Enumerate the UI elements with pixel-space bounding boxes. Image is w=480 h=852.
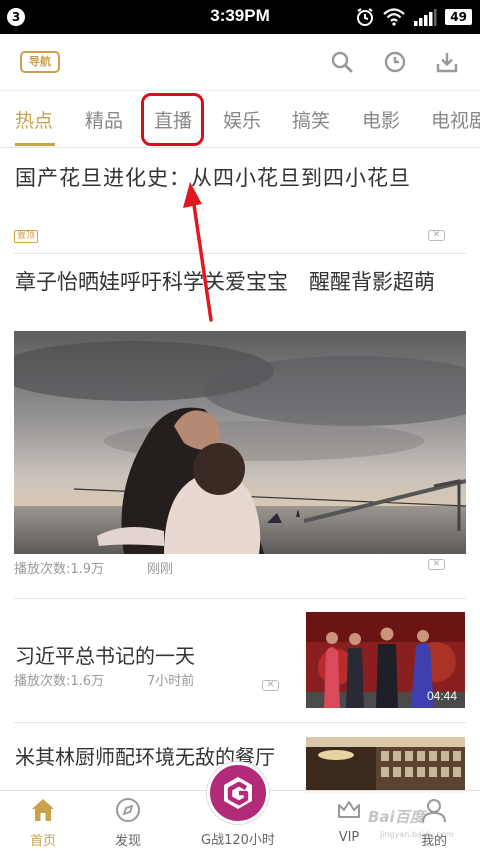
nav-home[interactable]: 首页 [3,791,83,852]
play-count: 播放次数:1.9万 [14,562,105,577]
divider [14,253,466,254]
compass-icon [116,798,140,822]
pinned-badge: 置顶 [14,230,39,243]
video-title[interactable]: 章子怡晒娃呼吁科学关爱宝宝 醒醒背影超萌 [15,268,471,297]
category-tabs: 热点 精品 直播 娱乐 搞笑 电影 电视剧 [0,90,480,148]
alarm-icon [357,8,374,26]
search-icon[interactable] [330,50,354,74]
nav-label: 发现 [114,834,141,849]
tab-movies[interactable]: 电影 [362,106,400,133]
g-logo-icon [224,777,252,809]
tab-tv-series[interactable]: 电视剧 [431,106,480,133]
video-thumbnail[interactable]: 04:44 [306,612,465,708]
history-icon[interactable] [383,50,407,74]
wifi-icon [383,8,406,26]
video-title[interactable]: 习近平总书记的一天 [15,640,195,669]
video-thumbnail[interactable] [306,737,465,793]
battery-icon: 49 [445,9,472,25]
tab-entertainment[interactable]: 娱乐 [223,106,261,133]
signal-icon [414,9,437,26]
tab-hot[interactable]: 热点 [15,106,53,133]
status-bar: 3 3:39PM 49 [0,0,480,34]
tab-featured[interactable]: 精品 [85,106,123,133]
home-icon [32,799,54,821]
active-tab-indicator [15,143,55,146]
navigation-button[interactable]: 导航 [20,51,60,73]
nav-label: VIP [338,830,360,845]
tab-funny[interactable]: 搞笑 [292,106,330,133]
crown-icon [338,801,360,818]
nav-label: 首页 [29,834,56,849]
watermark: Bai百度 [368,808,425,826]
nav-discover[interactable]: 发现 [88,791,168,852]
app-header: 导航 [0,34,480,90]
status-icons: 49 [355,7,472,27]
nav-label: G战120小时 [201,833,275,848]
download-icon[interactable] [435,50,459,74]
video-duration: 04:44 [426,689,457,703]
close-icon[interactable]: ✕ [428,559,445,570]
publish-time: 7小时前 [147,674,195,689]
close-icon[interactable]: ✕ [262,680,279,691]
live-tab-highlight-box [141,93,204,146]
watermark-url: jingyan.baidu.com [380,830,454,839]
restaurant-photo [306,737,465,793]
video-thumbnail[interactable] [14,331,466,554]
close-icon[interactable]: ✕ [428,230,445,241]
divider [14,598,466,599]
g-battle-button[interactable] [207,762,269,824]
beach-photo [14,331,466,554]
divider [14,722,466,723]
play-count: 播放次数:1.6万 [14,674,105,689]
publish-time: 刚刚 [147,562,174,577]
pinned-headline[interactable]: 国产花旦进化史：从四小花旦到四小花旦 [15,162,411,192]
